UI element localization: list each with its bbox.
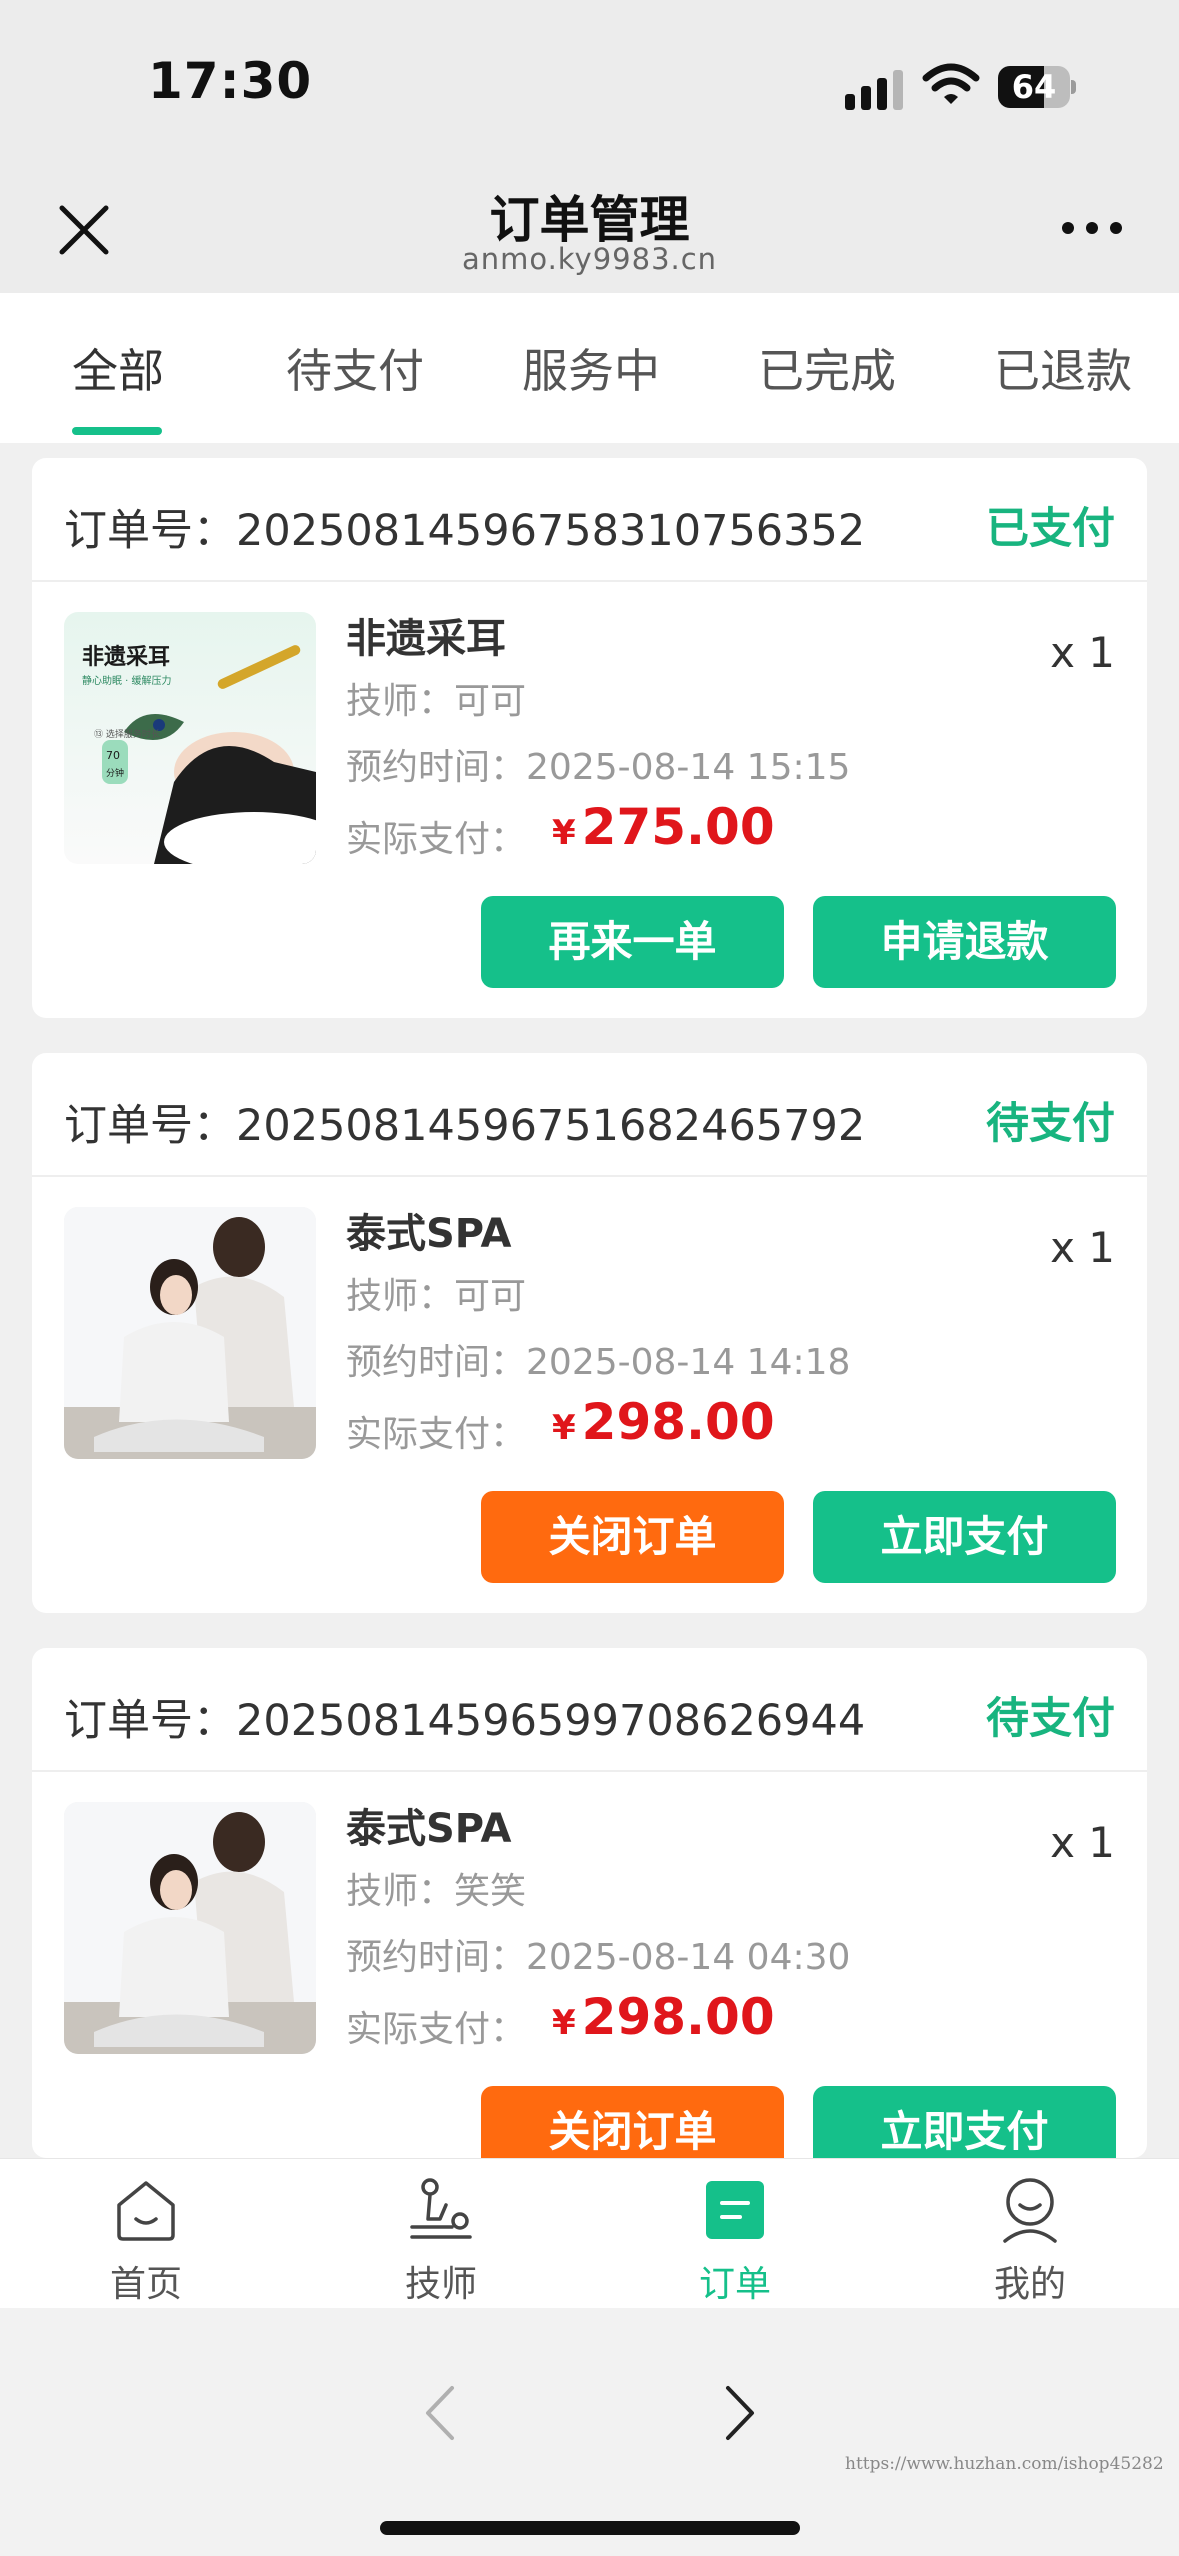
nav-header: 订单管理 anmo.ky9983.cn (0, 150, 1179, 293)
home-icon (117, 2181, 175, 2241)
nav-technician[interactable]: 技师 (361, 2175, 521, 2307)
home-indicator[interactable] (380, 2521, 800, 2535)
svg-text:70: 70 (106, 749, 120, 762)
order-card-header: 订单号：20250814596758310756352 已支付 (32, 458, 1147, 582)
service-name: 非遗采耳 (346, 616, 506, 662)
order-icon (706, 2181, 764, 2239)
status-time: 17:30 (148, 52, 313, 110)
tab-in-service[interactable]: 服务中 (522, 335, 660, 401)
more-options-icon[interactable] (1062, 218, 1122, 238)
svg-text:非遗采耳: 非遗采耳 (82, 645, 170, 670)
technician-name: 技师：笑笑 (346, 1871, 527, 1912)
order-status: 待支付 (986, 1694, 1115, 1744)
order-card-header: 订单号：20250814596751682465792 待支付 (32, 1053, 1147, 1177)
order-card: 订单号：20250814596751682465792 待支付 泰式SPA x … (32, 1053, 1147, 1613)
forward-arrow-icon[interactable] (710, 2378, 770, 2448)
technician-name: 技师：可可 (346, 681, 527, 722)
quantity: x 1 (1050, 1223, 1115, 1272)
pay-now-button[interactable]: 立即支付 (813, 2086, 1116, 2158)
svg-text:静心助眠 · 缓解压力: 静心助眠 · 缓解压力 (82, 674, 172, 687)
order-card: 订单号：20250814596599708626944 待支付 泰式SPA x … (32, 1648, 1147, 2158)
active-tab-indicator (72, 427, 162, 435)
bottom-nav: 首页 技师 订单 我的 (0, 2158, 1179, 2308)
price: ¥298.00 (552, 1393, 775, 1451)
close-order-button[interactable]: 关闭订单 (481, 1491, 784, 1583)
svg-text:⑬ 选择服务时长: ⑬ 选择服务时长 (94, 728, 160, 740)
order-status: 待支付 (986, 1099, 1115, 1149)
tab-all[interactable]: 全部 (72, 335, 164, 401)
technician-icon (410, 2178, 472, 2239)
order-filter-tabs: 全部 待支付 服务中 已完成 已退款 (0, 293, 1179, 443)
battery-level-text: 64 (1011, 68, 1057, 106)
wifi-icon (922, 63, 980, 104)
tab-completed[interactable]: 已完成 (758, 335, 896, 401)
price: ¥298.00 (552, 1988, 775, 2046)
watermark-text: https://www.huzhan.com/ishop45282 (845, 2454, 1164, 2474)
profile-icon (1003, 2178, 1057, 2243)
price: ¥275.00 (552, 798, 775, 856)
order-status: 已支付 (986, 504, 1115, 554)
order-number: 订单号：20250814596599708626944 (64, 1696, 866, 1746)
status-bar: 17:30 64 (0, 0, 1179, 150)
appointment-time: 预约时间：2025-08-14 04:30 (346, 1937, 851, 1978)
appointment-time: 预约时间：2025-08-14 15:15 (346, 747, 851, 788)
order-number: 订单号：20250814596758310756352 (64, 506, 866, 556)
nav-orders[interactable]: 订单 (655, 2175, 815, 2307)
quantity: x 1 (1050, 628, 1115, 677)
back-arrow-icon[interactable] (410, 2378, 470, 2448)
order-card-header: 订单号：20250814596599708626944 待支付 (32, 1648, 1147, 1772)
actual-paid-label: 实际支付： (346, 1414, 527, 1455)
order-number: 订单号：20250814596751682465792 (64, 1101, 866, 1151)
cellular-signal-icon (845, 70, 903, 110)
pay-now-button[interactable]: 立即支付 (813, 1491, 1116, 1583)
actual-paid-label: 实际支付： (346, 819, 527, 860)
reorder-button[interactable]: 再来一单 (481, 896, 784, 988)
close-order-button[interactable]: 关闭订单 (481, 2086, 784, 2158)
quantity: x 1 (1050, 1818, 1115, 1867)
service-thumbnail (64, 1207, 316, 1459)
service-name: 泰式SPA (346, 1211, 512, 1257)
svg-text:分钟: 分钟 (106, 767, 124, 779)
tab-pending-payment[interactable]: 待支付 (286, 335, 424, 401)
service-thumbnail (64, 1802, 316, 2054)
battery-icon: 64 (998, 66, 1076, 108)
nav-profile[interactable]: 我的 (950, 2175, 1110, 2307)
service-name: 泰式SPA (346, 1806, 512, 1852)
order-card: 订单号：20250814596758310756352 已支付 非遗采耳 静心助… (32, 458, 1147, 1018)
service-thumbnail: 非遗采耳 静心助眠 · 缓解压力 ⑬ 选择服务时长 70 分钟 (64, 612, 316, 864)
appointment-time: 预约时间：2025-08-14 14:18 (346, 1342, 851, 1383)
tab-refunded[interactable]: 已退款 (994, 335, 1132, 401)
browser-toolbar: https://www.huzhan.com/ishop45282 (0, 2308, 1179, 2556)
page-domain: anmo.ky9983.cn (461, 242, 718, 276)
actual-paid-label: 实际支付： (346, 2009, 527, 2050)
request-refund-button[interactable]: 申请退款 (813, 896, 1116, 988)
technician-name: 技师：可可 (346, 1276, 527, 1317)
nav-home[interactable]: 首页 (66, 2175, 226, 2307)
